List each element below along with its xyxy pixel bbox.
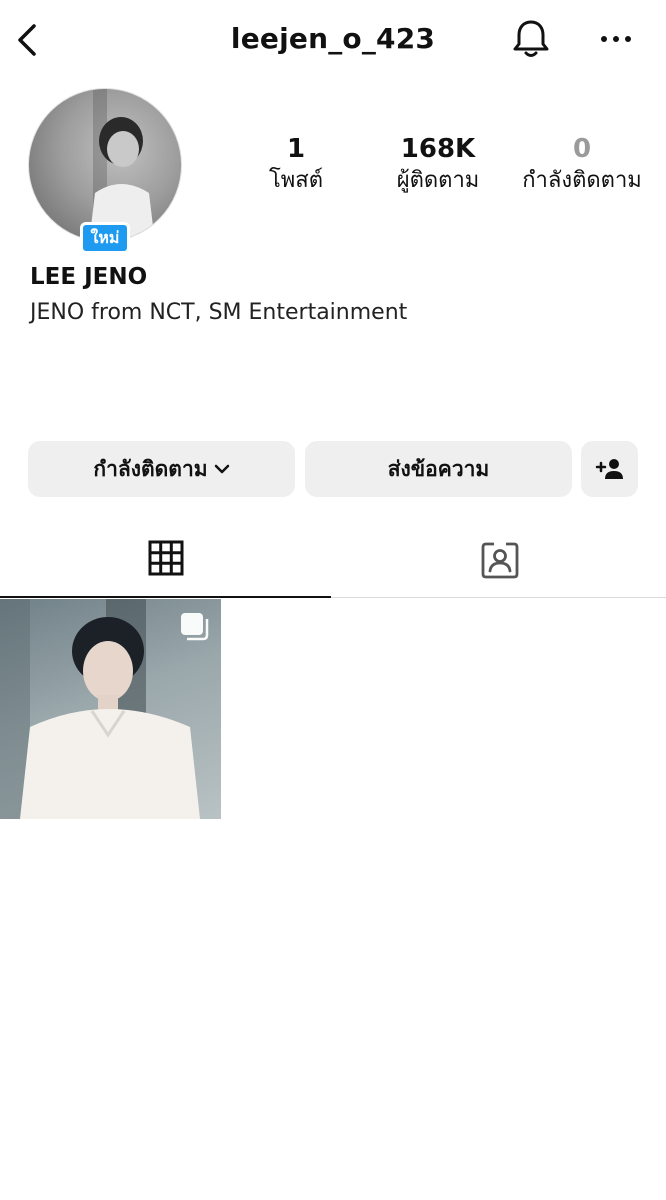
suggest-users-button[interactable] — [581, 441, 638, 497]
following-stat[interactable]: 0 กำลังติดตาม — [510, 132, 654, 196]
top-header: leejen_o_423 — [0, 0, 666, 80]
following-count: 0 — [572, 134, 592, 164]
tab-tagged[interactable] — [334, 520, 665, 598]
following-button-label: กำลังติดตาม — [93, 456, 208, 481]
multiple-photos-icon — [181, 613, 209, 641]
profile-avatar[interactable]: ใหม่ — [28, 88, 182, 254]
profile-page: leejen_o_423 ใหม่ 1 โพสต์ 168K ผู้ติดตาม… — [0, 0, 666, 1200]
post-thumbnail[interactable] — [0, 599, 221, 819]
followers-count: 168K — [400, 134, 476, 164]
profile-username: leejen_o_423 — [230, 22, 436, 55]
profile-bio: JENO from NCT, SM Entertainment — [30, 300, 408, 325]
posts-label: โพสต์ — [268, 168, 324, 193]
new-badge: ใหม่ — [80, 222, 130, 254]
more-options-button[interactable] — [596, 24, 636, 54]
followers-label: ผู้ติดตาม — [396, 168, 480, 193]
chevron-down-icon — [214, 464, 229, 474]
posts-stat[interactable]: 1 โพสต์ — [248, 132, 344, 196]
grid-icon — [148, 540, 183, 576]
display-name: LEE JENO — [30, 264, 148, 290]
person-add-icon — [595, 459, 623, 479]
message-button-label: ส่งข้อความ — [387, 456, 490, 481]
avatar-image — [28, 88, 182, 242]
bell-icon — [513, 20, 549, 57]
posts-count: 1 — [286, 134, 306, 164]
followers-stat[interactable]: 168K ผู้ติดตาม — [380, 132, 496, 196]
following-label: กำลังติดตาม — [522, 168, 642, 193]
message-button[interactable]: ส่งข้อความ — [305, 441, 572, 497]
notifications-button[interactable] — [508, 16, 554, 62]
tagged-person-icon — [481, 542, 518, 579]
more-horizontal-icon — [601, 36, 631, 42]
tab-posts-grid[interactable] — [0, 520, 331, 598]
following-button[interactable]: กำลังติดตาม — [28, 441, 295, 497]
profile-tabs — [0, 520, 666, 598]
